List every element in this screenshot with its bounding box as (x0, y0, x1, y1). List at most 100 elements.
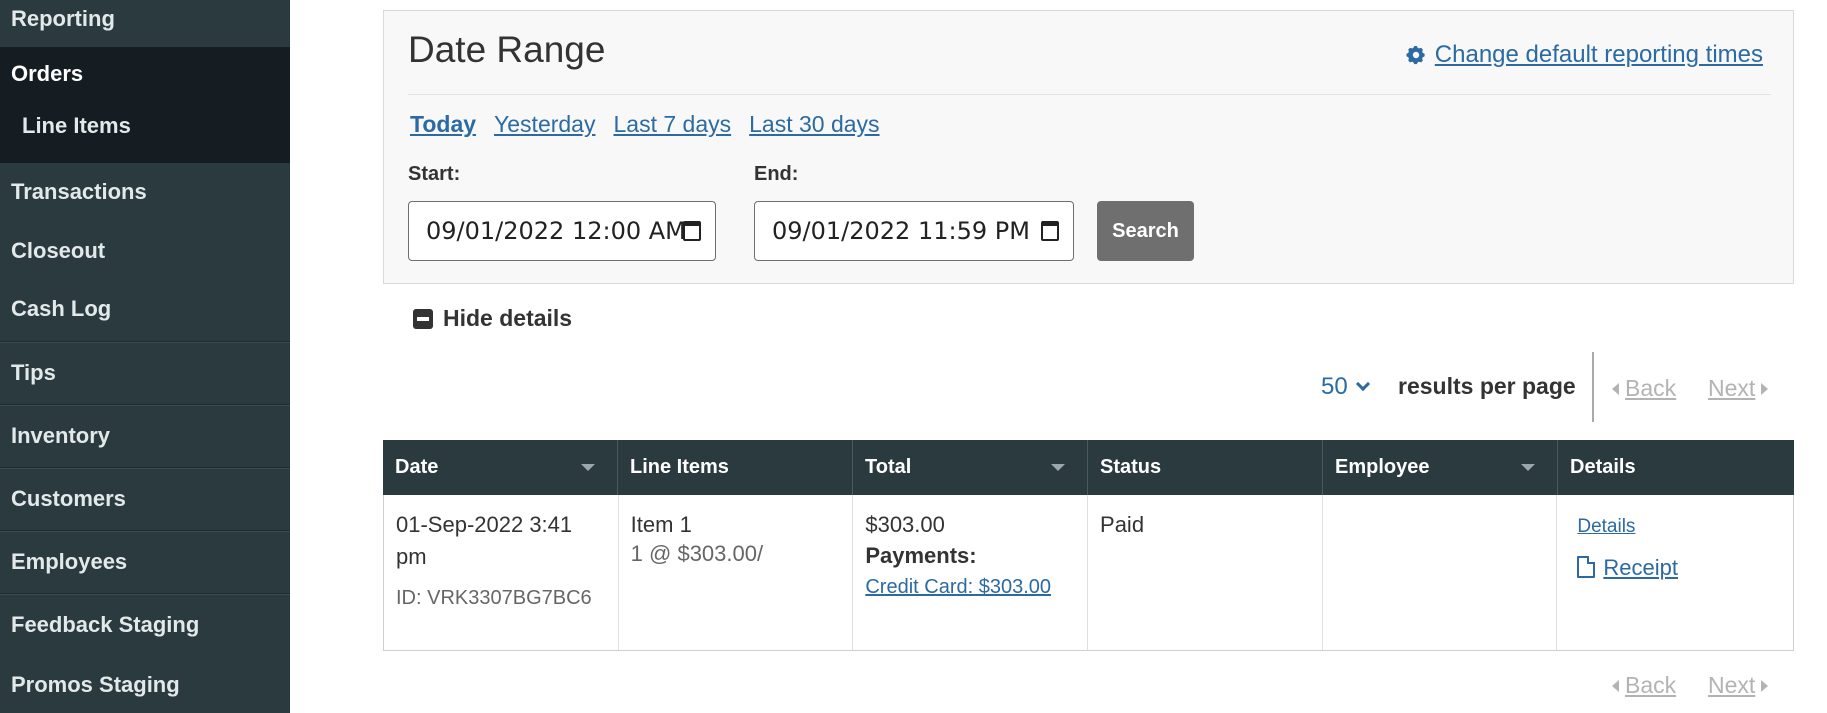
next-label: Next (1708, 375, 1756, 401)
app: Reporting Orders Line Items Transactions… (0, 0, 1827, 713)
sidebar-item-customers[interactable]: Customers (0, 467, 290, 529)
receipt-link[interactable]: Receipt (1577, 555, 1678, 580)
details-link[interactable]: Details (1577, 516, 1635, 537)
sidebar-item-inventory[interactable]: Inventory (0, 404, 290, 466)
cell-line-items: Item 1 1 @ $303.00/ (619, 495, 854, 650)
sidebar-item-label: Cash Log (11, 296, 112, 321)
column-header-label: Details (1570, 456, 1636, 478)
sidebar-item-employees[interactable]: Employees (0, 530, 290, 592)
sidebar-item-transactions[interactable]: Transactions (0, 170, 290, 214)
start-date-input[interactable]: 09/01/2022 12:00 AM (408, 201, 716, 261)
status-text: Paid (1100, 512, 1145, 537)
sidebar-item-label: Tips (11, 359, 56, 385)
sidebar-item-label: Line Items (22, 113, 131, 138)
change-reporting-times-link[interactable]: Change default reporting times (1405, 41, 1763, 69)
next-button[interactable]: Next (1708, 672, 1769, 699)
end-date-input[interactable]: 09/01/2022 11:59 PM (754, 201, 1074, 261)
per-page-label: results per page (1398, 373, 1576, 399)
sort-caret-icon[interactable] (1051, 464, 1065, 471)
back-label: Back (1625, 672, 1677, 698)
range-link-today[interactable]: Today (410, 111, 476, 138)
column-header-date[interactable]: Date (383, 440, 618, 495)
column-header-line-items: Line Items (618, 440, 853, 495)
sidebar-item-label: Inventory (11, 422, 111, 448)
sidebar: Reporting Orders Line Items Transactions… (0, 0, 290, 713)
caret-right-icon (1761, 679, 1769, 692)
column-header-status: Status (1088, 440, 1323, 495)
item-name: Item 1 (630, 512, 692, 537)
cell-status: Paid (1088, 495, 1323, 650)
column-header-label: Employee (1335, 456, 1430, 478)
sidebar-item-label: Customers (11, 485, 126, 511)
minus-square-icon (413, 308, 433, 329)
sidebar-item-promos-staging[interactable]: Promos Staging (0, 660, 290, 710)
next-button[interactable]: Next (1708, 375, 1769, 402)
back-label: Back (1625, 375, 1677, 401)
range-link-yesterday[interactable]: Yesterday (494, 111, 595, 138)
sidebar-item-cash-log[interactable]: Cash Log (0, 287, 290, 331)
column-header-label: Date (395, 456, 439, 478)
per-page-value: 50 (1321, 373, 1348, 400)
change-reporting-times-label: Change default reporting times (1434, 41, 1763, 68)
next-label: Next (1708, 672, 1756, 698)
column-header-employee[interactable]: Employee (1323, 440, 1558, 495)
receipt-label: Receipt (1603, 555, 1678, 580)
order-total: $303.00 (865, 512, 945, 537)
sidebar-item-label: Orders (11, 61, 84, 86)
cell-total: $303.00 Payments: Credit Card: $303.00 (853, 495, 1089, 650)
back-button[interactable]: Back (1612, 672, 1676, 699)
payment-link[interactable]: Credit Card: $303.00 (865, 576, 1051, 598)
document-icon (1577, 556, 1596, 578)
sidebar-item-feedback-staging[interactable]: Feedback Staging (0, 593, 290, 655)
gear-icon (1406, 46, 1425, 65)
chevron-down-icon (1355, 376, 1370, 392)
sort-caret-icon[interactable] (581, 464, 595, 471)
sidebar-item-tips[interactable]: Tips (0, 341, 290, 403)
cell-details: Details Receipt (1557, 495, 1793, 650)
quick-range-links: Today Yesterday Last 7 days Last 30 days (410, 111, 880, 138)
cell-employee (1323, 495, 1558, 650)
search-button[interactable]: Search (1097, 201, 1194, 261)
item-detail: 1 @ $303.00/ (630, 541, 764, 566)
calendar-icon[interactable] (1041, 221, 1059, 241)
sidebar-item-label: Transactions (11, 179, 147, 204)
start-date-value: 09/01/2022 12:00 AM (426, 217, 686, 245)
order-id: ID: VRK3307BG7BC6 (396, 587, 592, 609)
caret-right-icon (1761, 382, 1769, 395)
per-page-select[interactable]: 50 (1321, 373, 1370, 401)
end-label: End: (754, 163, 799, 185)
sidebar-item-label: Closeout (11, 238, 106, 263)
range-link-last-7-days[interactable]: Last 7 days (613, 111, 731, 138)
column-header-total[interactable]: Total (853, 440, 1088, 495)
sidebar-item-label: Employees (11, 548, 128, 574)
back-button[interactable]: Back (1612, 375, 1676, 402)
sidebar-item-label: Reporting (11, 5, 115, 31)
sidebar-item-closeout[interactable]: Closeout (0, 229, 290, 273)
sidebar-item-label: Promos Staging (11, 672, 180, 697)
sidebar-item-orders[interactable]: Orders (0, 52, 290, 96)
end-date-value: 09/01/2022 11:59 PM (772, 217, 1030, 245)
page-title: Date Range (408, 29, 606, 70)
pager-divider (1592, 352, 1594, 422)
sort-caret-icon[interactable] (1521, 464, 1535, 471)
caret-left-icon (1612, 382, 1619, 395)
hide-details-toggle[interactable]: Hide details (413, 305, 572, 332)
start-label: Start: (408, 163, 461, 185)
hide-details-label: Hide details (443, 305, 573, 331)
sidebar-item-line-items[interactable]: Line Items (0, 104, 290, 148)
date-range-panel: Date Range Change default reporting time… (383, 10, 1794, 284)
table-header: Date Line Items Total Status Employee De… (383, 440, 1794, 495)
divider (408, 94, 1771, 95)
sidebar-item-label: Feedback Staging (11, 611, 200, 637)
column-header-label: Line Items (630, 456, 729, 478)
calendar-icon[interactable] (683, 221, 701, 241)
column-header-details: Details (1558, 440, 1794, 495)
range-link-last-30-days[interactable]: Last 30 days (749, 111, 879, 138)
column-header-label: Status (1100, 456, 1162, 478)
column-header-label: Total (865, 456, 912, 478)
sidebar-item-reporting[interactable]: Reporting (0, 0, 290, 37)
payments-label: Payments: (865, 543, 977, 568)
table-row: 01-Sep-2022 3:41 pm ID: VRK3307BG7BC6 It… (383, 495, 1794, 651)
cell-date: 01-Sep-2022 3:41 pm ID: VRK3307BG7BC6 (384, 495, 619, 650)
orders-table: Date Line Items Total Status Employee De… (383, 440, 1794, 651)
